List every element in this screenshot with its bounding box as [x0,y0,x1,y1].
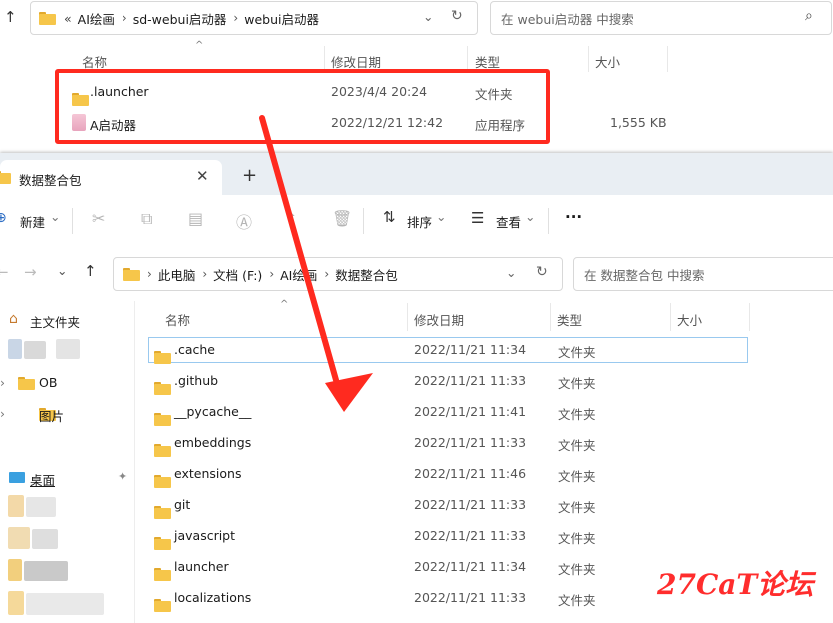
annotation-arrow-icon [259,115,373,412]
watermark-logo: 27CaT论坛 [657,568,814,601]
